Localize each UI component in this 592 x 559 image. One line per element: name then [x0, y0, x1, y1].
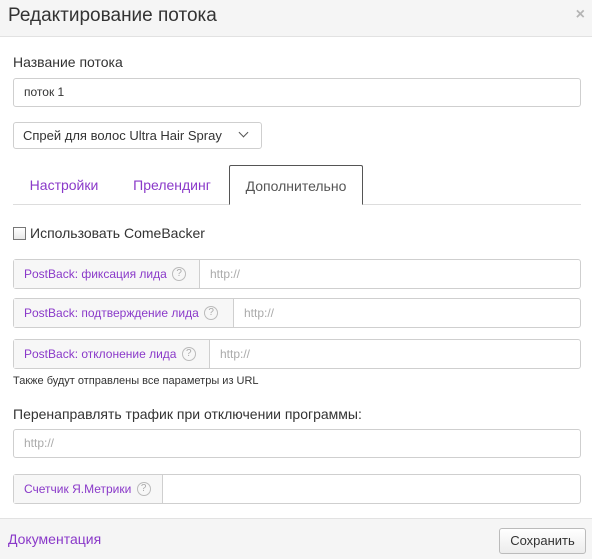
- documentation-link[interactable]: Документация: [8, 531, 101, 547]
- redirect-label: Перенаправлять трафик при отключении про…: [13, 406, 362, 422]
- offer-select[interactable]: Спрей для волос Ultra Hair Spray: [13, 122, 262, 149]
- offer-select-value: Спрей для волос Ultra Hair Spray: [23, 128, 222, 143]
- tab-settings[interactable]: Настройки: [19, 165, 109, 205]
- modal-header: Редактирование потока ×: [0, 0, 592, 37]
- metrika-group: Счетчик Я.Метрики ?: [13, 474, 581, 504]
- postback-lead-addon: PostBack: фиксация лида ?: [14, 260, 200, 288]
- close-icon[interactable]: ×: [576, 6, 585, 24]
- comeback-label[interactable]: Использовать ComeBacker: [30, 225, 205, 241]
- postback-confirm-input[interactable]: http://: [234, 299, 580, 327]
- postback-lead-label: PostBack: фиксация лида: [24, 267, 167, 281]
- help-icon[interactable]: ?: [204, 305, 219, 320]
- postback-confirm-label: PostBack: подтверждение лида: [24, 306, 199, 320]
- postback-hint: Также будут отправлены все параметры из …: [13, 375, 259, 387]
- tab-additional[interactable]: Дополнительно: [229, 165, 363, 205]
- postback-confirm-addon: PostBack: подтверждение лида ?: [14, 299, 234, 327]
- metrika-label: Счетчик Я.Метрики: [24, 482, 132, 496]
- modal-footer: Документация Сохранить: [0, 518, 592, 559]
- tab-prelanding[interactable]: Прелендинг: [122, 165, 222, 205]
- modal-title: Редактирование потока: [8, 5, 217, 26]
- comeback-checkbox[interactable]: [13, 227, 26, 240]
- postback-confirm-group: PostBack: подтверждение лида ? http://: [13, 298, 581, 328]
- postback-lead-group: PostBack: фиксация лида ? http://: [13, 259, 581, 289]
- metrika-addon: Счетчик Я.Метрики ?: [14, 475, 163, 503]
- postback-reject-group: PostBack: отклонение лида ? http://: [13, 339, 581, 369]
- save-button[interactable]: Сохранить: [499, 528, 586, 554]
- postback-reject-addon: PostBack: отклонение лида ?: [14, 340, 210, 368]
- stream-name-label: Название потока: [13, 54, 123, 70]
- help-icon[interactable]: ?: [136, 481, 151, 496]
- help-icon[interactable]: ?: [181, 346, 196, 361]
- redirect-input[interactable]: http://: [13, 429, 581, 458]
- postback-lead-input[interactable]: http://: [200, 260, 580, 288]
- postback-reject-input[interactable]: http://: [210, 340, 580, 368]
- help-icon[interactable]: ?: [172, 266, 187, 281]
- postback-reject-label: PostBack: отклонение лида: [24, 347, 177, 361]
- metrika-input[interactable]: [163, 475, 580, 503]
- chevron-down-icon: [238, 127, 249, 138]
- stream-name-input[interactable]: поток 1: [13, 78, 581, 107]
